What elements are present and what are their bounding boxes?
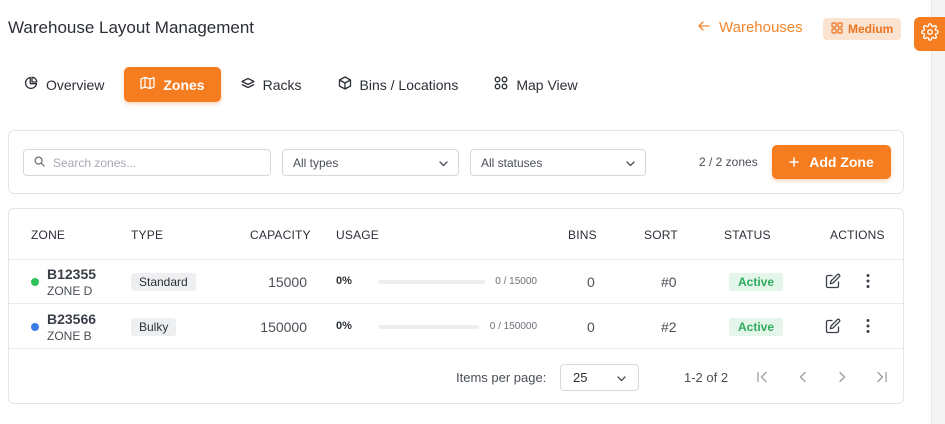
zone-count: 2 / 2 zones bbox=[699, 155, 758, 169]
tab-racks[interactable]: Racks bbox=[225, 67, 318, 102]
arrow-left-icon bbox=[698, 19, 710, 36]
zone-name: ZONE D bbox=[47, 284, 93, 298]
zone-code: B12355 bbox=[47, 266, 97, 282]
status-badge: Active bbox=[729, 318, 784, 336]
map-icon bbox=[140, 76, 156, 93]
gear-icon bbox=[921, 22, 939, 46]
search-box bbox=[23, 149, 271, 176]
zones-toolbar: All types All statuses 2 / 2 zones Add Z… bbox=[8, 130, 904, 194]
tab-bins-locations[interactable]: Bins / Locations bbox=[322, 67, 475, 102]
previous-page-icon[interactable] bbox=[794, 367, 812, 387]
size-badge-label: Medium bbox=[848, 22, 894, 36]
usage-percent: 0% bbox=[336, 275, 352, 287]
chevron-down-icon bbox=[626, 156, 635, 170]
usage-progress-bar bbox=[378, 325, 479, 329]
grid-icon bbox=[494, 76, 508, 93]
zone-code: B23566 bbox=[47, 311, 97, 327]
tab-zones-label: Zones bbox=[163, 76, 205, 93]
tab-overview[interactable]: Overview bbox=[8, 67, 120, 102]
usage-text: 0 / 150000 bbox=[489, 321, 537, 332]
edit-icon[interactable] bbox=[825, 318, 841, 339]
table-header: ZONE TYPE CAPACITY USAGE BINS SORT STATU… bbox=[9, 209, 903, 260]
edit-icon[interactable] bbox=[825, 273, 841, 294]
column-header-bins: BINS bbox=[568, 228, 597, 242]
back-to-warehouses-link[interactable]: Warehouses bbox=[698, 19, 803, 36]
zone-type-chip: Standard bbox=[131, 273, 196, 291]
grid-icon bbox=[831, 21, 843, 37]
tab-zones[interactable]: Zones bbox=[124, 67, 221, 102]
tab-bins-locations-label: Bins / Locations bbox=[359, 76, 459, 93]
more-vertical-icon[interactable] bbox=[861, 317, 875, 340]
column-header-type: TYPE bbox=[131, 228, 164, 242]
pie-chart-icon bbox=[24, 76, 38, 93]
layers-icon bbox=[240, 76, 255, 93]
type-filter-select[interactable]: All types bbox=[282, 149, 459, 176]
zone-name: ZONE B bbox=[47, 329, 92, 343]
usage-percent: 0% bbox=[336, 320, 352, 332]
tab-map-view-label: Map View bbox=[516, 76, 578, 93]
zone-capacity: 150000 bbox=[260, 319, 307, 335]
table-row[interactable]: B23566 ZONE B Bulky 150000 0% 0 / 150000… bbox=[9, 305, 903, 349]
last-page-icon[interactable] bbox=[872, 367, 890, 387]
usage-progress-bar bbox=[378, 280, 485, 284]
status-filter-select[interactable]: All statuses bbox=[470, 149, 646, 176]
column-header-zone: ZONE bbox=[31, 228, 66, 242]
pagination: Items per page: 25 1-2 of 2 bbox=[9, 351, 903, 403]
zone-capacity: 15000 bbox=[268, 274, 307, 290]
table-row[interactable]: B12355 ZONE D Standard 15000 0% 0 / 1500… bbox=[9, 260, 903, 304]
add-zone-button[interactable]: Add Zone bbox=[772, 145, 891, 179]
page-scrollbar[interactable] bbox=[931, 0, 945, 424]
column-header-status: STATUS bbox=[724, 228, 771, 242]
view-tabs: Overview Zones Racks Bins / Locations Ma… bbox=[8, 67, 594, 102]
search-input[interactable] bbox=[53, 155, 253, 170]
status-badge: Active bbox=[729, 273, 784, 291]
settings-button[interactable] bbox=[914, 17, 945, 51]
items-per-page-label: Items per page: bbox=[456, 370, 547, 385]
pagination-range: 1-2 of 2 bbox=[684, 370, 729, 385]
status-filter-value: All statuses bbox=[481, 155, 543, 170]
search-icon bbox=[34, 154, 45, 172]
items-per-page-select[interactable]: 25 bbox=[560, 364, 639, 391]
column-header-actions: ACTIONS bbox=[830, 228, 885, 242]
tab-overview-label: Overview bbox=[46, 76, 105, 93]
tab-map-view[interactable]: Map View bbox=[478, 67, 593, 102]
more-vertical-icon[interactable] bbox=[861, 272, 875, 295]
column-header-capacity: CAPACITY bbox=[250, 228, 311, 242]
usage-text: 0 / 15000 bbox=[495, 276, 537, 287]
zones-table: ZONE TYPE CAPACITY USAGE BINS SORT STATU… bbox=[8, 208, 904, 404]
zone-sort: #2 bbox=[661, 319, 677, 335]
page-header: Warehouse Layout Management Warehouses M… bbox=[8, 18, 908, 42]
warehouse-size-badge: Medium bbox=[823, 18, 902, 40]
zone-sort: #0 bbox=[661, 274, 677, 290]
chevron-down-icon bbox=[617, 370, 626, 385]
tab-racks-label: Racks bbox=[262, 76, 302, 93]
zone-bins: 0 bbox=[587, 274, 595, 290]
box-icon bbox=[338, 76, 352, 93]
zone-type-chip: Bulky bbox=[131, 318, 177, 336]
plus-icon bbox=[789, 154, 799, 170]
zone-color-dot bbox=[31, 278, 39, 286]
column-header-usage: USAGE bbox=[336, 228, 380, 242]
zone-color-dot bbox=[31, 323, 39, 331]
page-title: Warehouse Layout Management bbox=[8, 18, 255, 37]
add-zone-label: Add Zone bbox=[809, 154, 874, 170]
type-filter-value: All types bbox=[293, 155, 339, 170]
items-per-page-value: 25 bbox=[573, 370, 588, 385]
zone-bins: 0 bbox=[587, 319, 595, 335]
chevron-down-icon bbox=[439, 156, 448, 170]
next-page-icon[interactable] bbox=[833, 367, 851, 387]
back-link-label: Warehouses bbox=[719, 19, 803, 36]
first-page-icon[interactable] bbox=[754, 367, 772, 387]
column-header-sort: SORT bbox=[644, 228, 678, 242]
